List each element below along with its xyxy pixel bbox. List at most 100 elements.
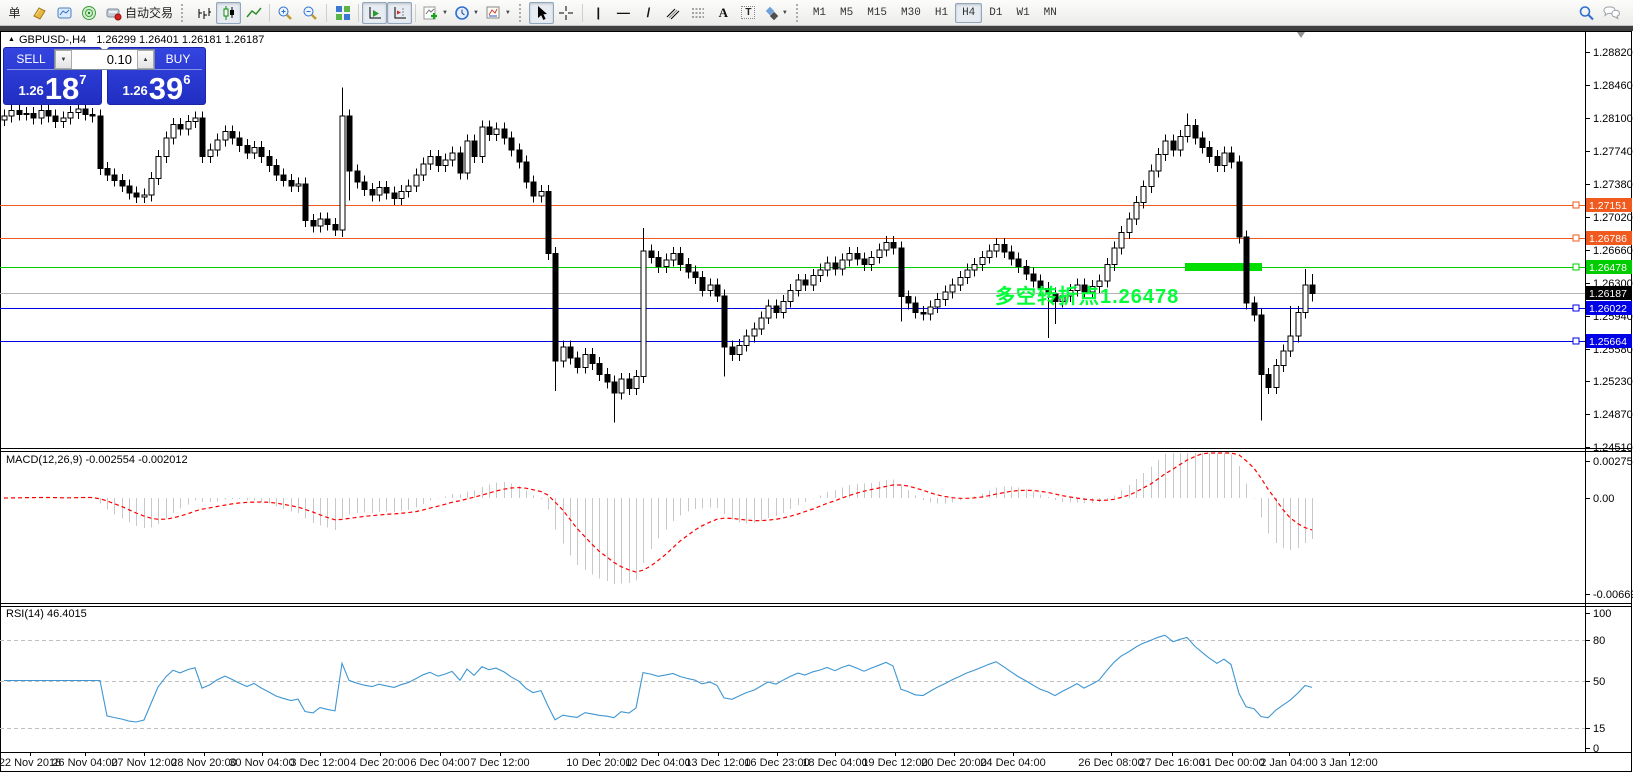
candle[interactable]: [318, 219, 323, 226]
candle[interactable]: [913, 303, 918, 312]
search-button[interactable]: [1574, 2, 1599, 24]
timeframe-m5-button[interactable]: M5: [833, 3, 860, 23]
candle[interactable]: [472, 141, 477, 157]
candle[interactable]: [178, 124, 183, 129]
candle[interactable]: [1193, 125, 1198, 138]
candle[interactable]: [847, 254, 852, 260]
line-chart-button[interactable]: [241, 2, 266, 24]
candle[interactable]: [590, 354, 595, 363]
candle[interactable]: [583, 354, 588, 367]
candle[interactable]: [958, 277, 963, 284]
candle[interactable]: [612, 382, 617, 393]
trendline-button[interactable]: /: [636, 2, 661, 24]
candle[interactable]: [340, 116, 345, 230]
candle[interactable]: [230, 132, 235, 138]
candle[interactable]: [355, 171, 360, 182]
candle[interactable]: [392, 193, 397, 198]
candle[interactable]: [267, 156, 272, 165]
fibonacci-button[interactable]: [686, 2, 711, 24]
candle[interactable]: [1090, 287, 1095, 292]
candle[interactable]: [347, 116, 352, 171]
candle[interactable]: [428, 156, 433, 163]
candle[interactable]: [215, 140, 220, 150]
text-button[interactable]: A: [711, 2, 736, 24]
candle[interactable]: [171, 124, 176, 138]
timeframe-m30-button[interactable]: M30: [894, 3, 928, 23]
candle[interactable]: [274, 166, 279, 175]
thick-level-segment[interactable]: [1185, 263, 1262, 271]
candle[interactable]: [370, 189, 375, 194]
candle[interactable]: [1281, 351, 1286, 366]
candle[interactable]: [524, 162, 529, 182]
candle[interactable]: [788, 290, 793, 301]
equidistant-channel-button[interactable]: [661, 2, 686, 24]
vertical-line-button[interactable]: |: [586, 2, 611, 24]
candle[interactable]: [678, 254, 683, 265]
candle[interactable]: [480, 127, 485, 156]
candle[interactable]: [1060, 296, 1065, 301]
candle[interactable]: [83, 109, 88, 114]
candle[interactable]: [193, 118, 198, 122]
level-endpoint-marker[interactable]: [1573, 264, 1579, 270]
candle[interactable]: [252, 147, 257, 152]
candle[interactable]: [825, 263, 830, 270]
candle[interactable]: [811, 276, 816, 285]
candle[interactable]: [700, 277, 705, 290]
candle[interactable]: [61, 118, 66, 122]
candle[interactable]: [120, 180, 125, 185]
shapes-button[interactable]: ▼: [761, 2, 791, 24]
volume-input[interactable]: [72, 50, 137, 69]
candle[interactable]: [656, 257, 661, 266]
autotrading-button[interactable]: 自动交易: [102, 2, 176, 24]
candle[interactable]: [649, 251, 654, 257]
candle[interactable]: [164, 138, 169, 156]
candle[interactable]: [289, 180, 294, 185]
chart-canvas[interactable]: 1.288201.284601.281001.277401.273801.270…: [0, 0, 1633, 775]
new-order-button[interactable]: [27, 2, 52, 24]
candle[interactable]: [987, 251, 992, 257]
indicators-button[interactable]: ▼: [419, 2, 451, 24]
candle[interactable]: [1288, 336, 1293, 351]
candle[interactable]: [1274, 365, 1279, 387]
candle[interactable]: [76, 109, 81, 113]
candle[interactable]: [46, 111, 51, 116]
candle[interactable]: [502, 129, 507, 138]
candle[interactable]: [414, 175, 419, 186]
candle[interactable]: [1237, 162, 1242, 237]
candle[interactable]: [1296, 312, 1301, 336]
candle[interactable]: [1303, 285, 1308, 312]
timeframe-h4-button[interactable]: H4: [955, 3, 982, 23]
candle[interactable]: [641, 251, 646, 377]
candle[interactable]: [458, 153, 463, 173]
candlestick-chart-button[interactable]: [216, 2, 241, 24]
candle[interactable]: [494, 129, 499, 134]
candle[interactable]: [1215, 156, 1220, 165]
candle[interactable]: [539, 191, 544, 196]
candle[interactable]: [722, 296, 727, 347]
candle[interactable]: [1252, 303, 1257, 315]
candle[interactable]: [1141, 187, 1146, 203]
candle[interactable]: [965, 270, 970, 277]
candle[interactable]: [627, 379, 632, 388]
candle[interactable]: [1229, 153, 1234, 162]
candle[interactable]: [884, 243, 889, 250]
candle[interactable]: [575, 358, 580, 367]
candle[interactable]: [671, 254, 676, 260]
candle[interactable]: [1259, 315, 1264, 375]
candle[interactable]: [972, 265, 977, 270]
candle[interactable]: [619, 379, 624, 393]
candle[interactable]: [1075, 285, 1080, 290]
candle[interactable]: [296, 184, 301, 186]
volume-increase-button[interactable]: ▲: [137, 50, 154, 69]
candle[interactable]: [943, 292, 948, 299]
timeframe-m1-button[interactable]: M1: [806, 3, 833, 23]
candle[interactable]: [1127, 219, 1132, 233]
timeframe-m15-button[interactable]: M15: [860, 3, 894, 23]
candle[interactable]: [149, 178, 154, 194]
candle[interactable]: [127, 186, 132, 193]
candle[interactable]: [465, 141, 470, 173]
candle[interactable]: [17, 111, 22, 115]
candle[interactable]: [112, 175, 117, 180]
horizontal-line-button[interactable]: —: [611, 2, 636, 24]
candle[interactable]: [833, 263, 838, 269]
